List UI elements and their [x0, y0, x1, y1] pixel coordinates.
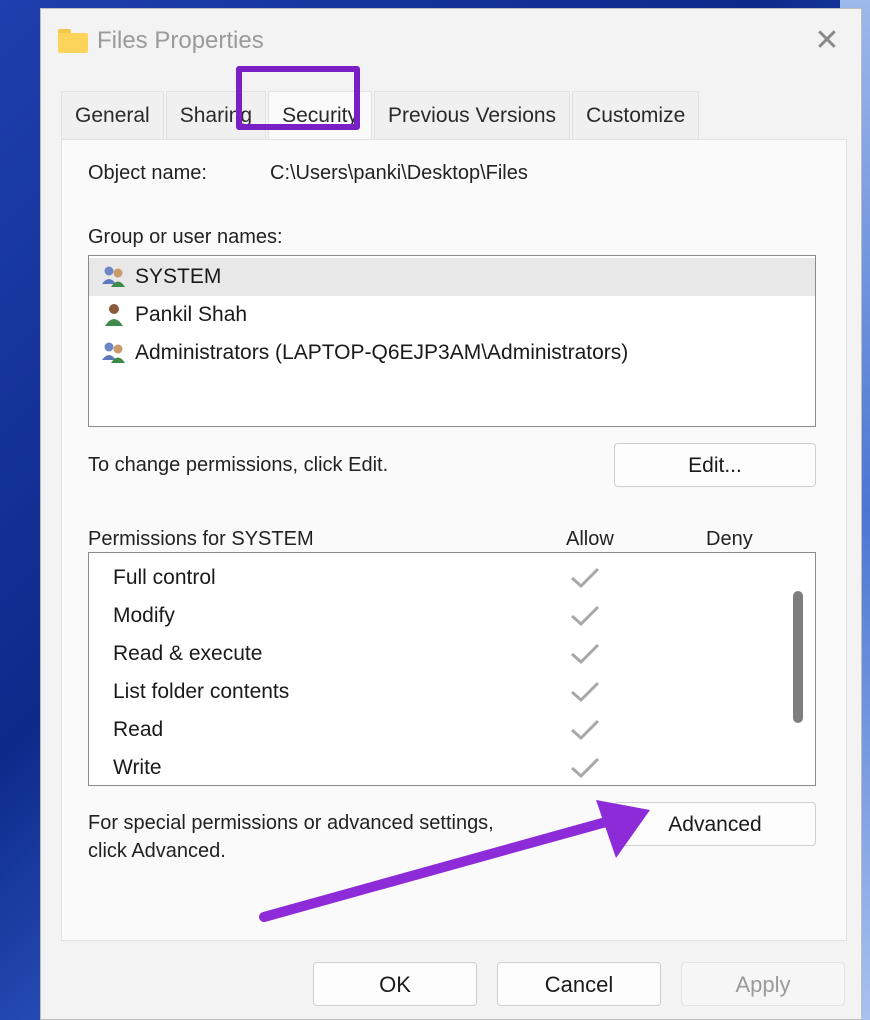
user-group-icon: [102, 266, 125, 287]
user-row-administrators[interactable]: Administrators (LAPTOP-Q6EJP3AM\Administ…: [89, 334, 815, 372]
permission-row: Write: [89, 749, 815, 785]
properties-dialog: Files Properties ✕ General Sharing Secur…: [40, 8, 862, 1020]
check-icon: [571, 757, 600, 779]
permission-name: List folder contents: [113, 680, 290, 703]
check-icon: [571, 681, 600, 703]
permission-name: Read & execute: [113, 642, 263, 665]
special-permissions-text-line1: For special permissions or advanced sett…: [88, 812, 494, 834]
advanced-button[interactable]: Advanced: [614, 802, 816, 846]
object-name-label: Object name:: [88, 162, 207, 184]
tab-general[interactable]: General: [61, 91, 164, 139]
window-title: Files Properties: [97, 27, 264, 54]
security-panel: Object name: C:\Users\panki\Desktop\File…: [61, 139, 847, 941]
permission-name: Write: [113, 756, 162, 779]
permissions-for-label: Permissions for SYSTEM: [88, 528, 314, 550]
folder-icon: [58, 29, 88, 53]
permission-row: Full control: [89, 559, 815, 597]
check-icon: [571, 605, 600, 627]
scrollbar-thumb[interactable]: [793, 591, 803, 723]
user-name: Administrators (LAPTOP-Q6EJP3AM\Administ…: [135, 341, 629, 364]
tab-strip: General Sharing Security Previous Versio…: [61, 91, 701, 139]
user-row-system[interactable]: SYSTEM: [89, 258, 815, 296]
deny-header: Deny: [706, 528, 753, 550]
permission-row: List folder contents: [89, 673, 815, 711]
check-icon: [571, 719, 600, 741]
permission-row: Read: [89, 711, 815, 749]
apply-button[interactable]: Apply: [681, 962, 845, 1006]
user-icon: [105, 304, 123, 326]
allow-header: Allow: [566, 528, 614, 550]
check-icon: [571, 567, 600, 589]
tab-customize[interactable]: Customize: [572, 91, 700, 139]
ok-button[interactable]: OK: [313, 962, 477, 1006]
change-permissions-text: To change permissions, click Edit.: [88, 454, 389, 476]
permission-name: Read: [113, 718, 164, 741]
group-user-label: Group or user names:: [88, 226, 283, 248]
user-list[interactable]: SYSTEM Pankil Shah Administrators (LAPTO…: [88, 255, 816, 427]
user-group-icon: [102, 342, 125, 363]
tab-security[interactable]: Security: [268, 91, 372, 139]
check-icon: [571, 643, 600, 665]
user-name: Pankil Shah: [135, 303, 248, 326]
special-permissions-text-line2: click Advanced.: [88, 840, 226, 862]
cancel-button[interactable]: Cancel: [497, 962, 661, 1006]
user-row-pankil[interactable]: Pankil Shah: [89, 296, 815, 334]
title-bar[interactable]: Files Properties ✕: [41, 9, 861, 73]
permissions-list[interactable]: Full control Modify Read & execute List …: [88, 552, 816, 786]
tab-sharing[interactable]: Sharing: [165, 91, 267, 139]
close-button[interactable]: ✕: [809, 23, 845, 59]
edit-button[interactable]: Edit...: [614, 443, 816, 487]
permission-name: Full control: [113, 566, 216, 589]
user-name: SYSTEM: [135, 265, 222, 288]
tab-previous-versions[interactable]: Previous Versions: [373, 91, 571, 139]
object-name-value: C:\Users\panki\Desktop\Files: [270, 162, 528, 184]
permission-row: Read & execute: [89, 635, 815, 673]
permission-row: Modify: [89, 597, 815, 635]
permission-name: Modify: [113, 604, 175, 627]
